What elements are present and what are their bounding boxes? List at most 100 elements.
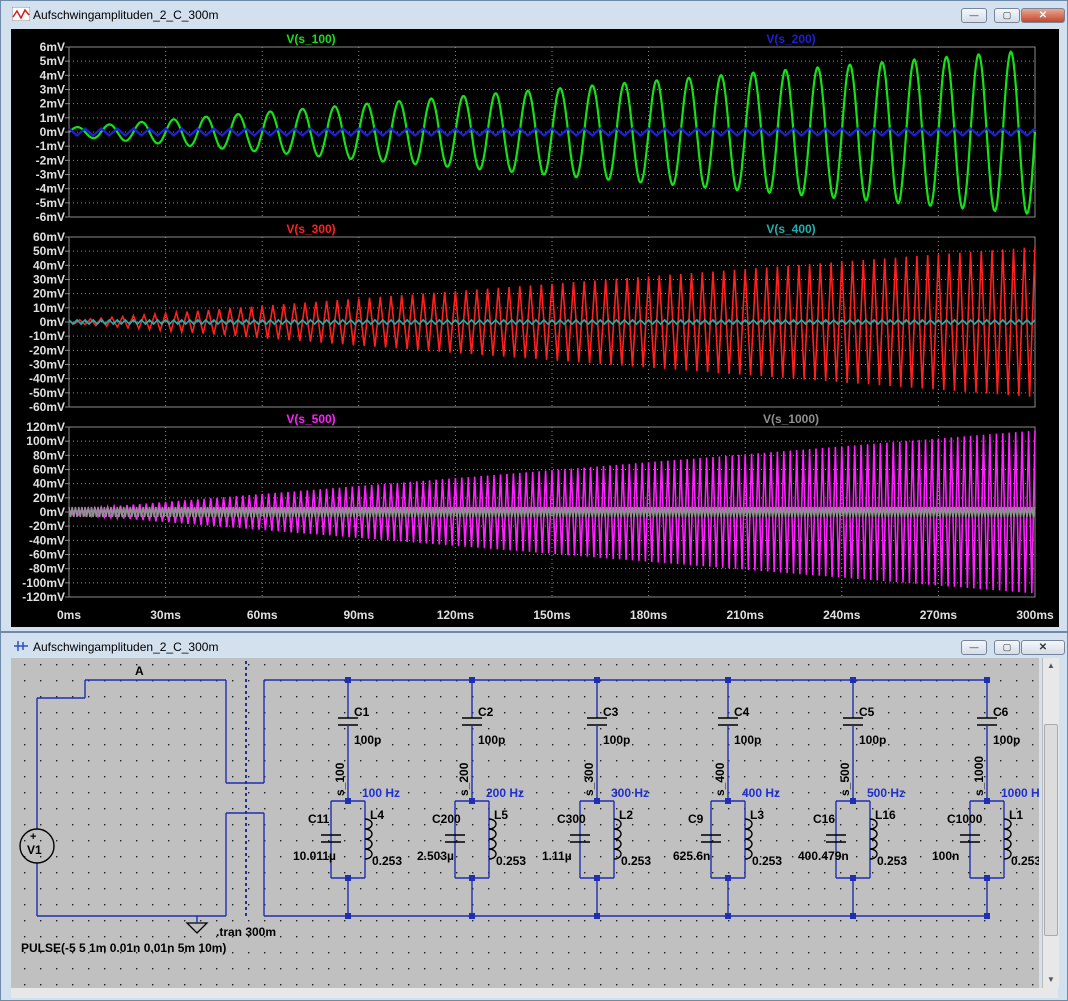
branch-3-inductor-name: L2 (619, 808, 633, 822)
y-tick-label: -60mV (29, 400, 65, 414)
waveform-window-title: Aufschwingamplituden_2_C_300m (33, 8, 219, 22)
scroll-thumb[interactable] (1044, 724, 1058, 936)
y-tick-label: 80mV (33, 448, 65, 462)
branch-4-rail-junction (725, 913, 731, 919)
branch-1-cap-bot-name: C11 (308, 812, 330, 826)
branch-6-freq-label: 1000 Hz (1001, 786, 1039, 800)
schematic-app-icon (14, 641, 28, 651)
y-tick-label: 2mV (40, 97, 65, 111)
schematic-drawing[interactable]: A +V1 PULSE(-5 5 1m 0.01n 0.01n 5m 10m) .tr… (11, 658, 1046, 988)
tran-directive: .tran 300m (216, 925, 276, 939)
schematic-window-title: Aufschwingamplituden_2_C_300m (33, 640, 219, 654)
trace-label-vs_300: V(s_300) (286, 222, 335, 236)
schematic-window: Aufschwingamplituden_2_C_300m — ▢ ✕ A + V1… (0, 632, 1068, 1001)
y-tick-label: 0mV (40, 315, 65, 329)
y-tick-label: 0mV (40, 125, 65, 139)
schematic-close-button[interactable]: ✕ (1021, 640, 1065, 655)
branch-3-cap-top-value: 100p (603, 733, 630, 747)
y-tick-label: -10mV (29, 329, 65, 343)
y-tick-label: -60mV (29, 548, 65, 562)
branch-6-cap-top-value: 100p (993, 733, 1020, 747)
y-tick-label: -4mV (36, 182, 65, 196)
v1-label: V1 (27, 843, 42, 857)
x-tick-label: 180ms (630, 608, 668, 622)
schematic-titlebar[interactable]: Aufschwingamplituden_2_C_300m — ▢ ✕ (1, 633, 1067, 659)
schematic-bottom-bar (11, 988, 1058, 998)
branch-6-cap-bot-value: 100n (932, 849, 959, 863)
y-tick-label: -30mV (29, 358, 65, 372)
branch-4-cap-top-value: 100p (734, 733, 761, 747)
x-tick-label: 210ms (727, 608, 765, 622)
branch-4-inductor-value: 0.253 (752, 854, 782, 868)
y-tick-label: -1mV (36, 139, 65, 153)
schematic-canvas[interactable]: A + V1 PULSE(-5 5 1m 0.01n 0.01n 5m 10m) .tr… (11, 658, 1046, 988)
branch-6-net-label: s_1000 (972, 756, 986, 796)
trace-label-vs_400: V(s_400) (766, 222, 815, 236)
waveform-plot[interactable]: 6mV5mV4mV3mV2mV1mV0mV-1mV-2mV-3mV-4mV-5m… (11, 29, 1059, 627)
branch-6-inductor-value: 0.253 (1011, 854, 1039, 868)
branch-4-inductor-name: L3 (750, 808, 764, 822)
branch-3-cap-top-name: C3 (603, 705, 619, 719)
branch-5-inductor-name: L16 (875, 808, 896, 822)
branch-3-cap-bot-value: 1.11µ (542, 849, 572, 863)
branch-1-cap-bot-value: 10.011µ (293, 849, 336, 863)
x-tick-label: 300ms (1016, 608, 1054, 622)
maximize-button[interactable]: ▢ (994, 8, 1020, 23)
y-tick-label: 3mV (40, 83, 65, 97)
branch-4-freq-label: 400 Hz (742, 786, 780, 800)
schematic-scrollbar[interactable]: ▲ ▼ (1042, 658, 1059, 988)
y-tick-label: -40mV (29, 533, 65, 547)
x-tick-label: 30ms (150, 608, 181, 622)
branch-1-cap-top-value: 100p (354, 733, 381, 747)
scroll-up-arrow[interactable]: ▲ (1043, 658, 1059, 674)
y-tick-label: 100mV (26, 434, 65, 448)
v1-pulse-value: PULSE(-5 5 1m 0.01n 0.01n 5m 10m) (21, 941, 226, 955)
y-tick-label: 4mV (40, 68, 65, 82)
close-button[interactable]: ✕ (1021, 8, 1065, 23)
branch-2-net-label: s_200 (457, 762, 471, 796)
plot-area[interactable]: 6mV 5mV 4mV 3mV 2mV 1mV 0mV -1mV -2mV -3mV -4mV -5m… (11, 29, 1059, 627)
branch-4-cap-top-name: C4 (734, 705, 750, 719)
trace-label-vs_100: V(s_100) (286, 32, 335, 46)
branch-2-cap-bot-name: C200 (432, 812, 461, 826)
branch-2-cap-top-name: C2 (478, 705, 494, 719)
branch-5-net-label: s_500 (838, 762, 852, 796)
y-tick-label: -20mV (29, 343, 65, 357)
branch-3-freq-label: 300 Hz (611, 786, 649, 800)
y-tick-label: 30mV (33, 273, 65, 287)
y-tick-label: 40mV (33, 477, 65, 491)
y-tick-label: 60mV (33, 230, 65, 244)
branch-4-net-label: s_400 (713, 762, 727, 796)
y-tick-label: 1mV (40, 111, 65, 125)
branch-5-cap-top-value: 100p (859, 733, 886, 747)
y-tick-label: 6mV (40, 40, 65, 54)
y-tick-label: 20mV (33, 287, 65, 301)
branch-2-rail-junction (469, 913, 475, 919)
x-tick-label: 240ms (823, 608, 861, 622)
waveform-app-icon (12, 7, 30, 21)
branch-6-cap-bot-name: C1000 (947, 812, 983, 826)
branch-1-inductor-name: L4 (370, 808, 384, 822)
y-tick-label: 10mV (33, 301, 65, 315)
branch-2-cap-top-value: 100p (478, 733, 505, 747)
branch-1-cap-top-name: C1 (354, 705, 370, 719)
schematic-maximize-button[interactable]: ▢ (994, 640, 1020, 655)
branch-4-cap-bot-value: 625.6n (673, 849, 710, 863)
y-tick-label: 5mV (40, 54, 65, 68)
waveform-titlebar[interactable]: Aufschwingamplituden_2_C_300m — ▢ ✕ (1, 1, 1067, 27)
y-tick-label: -20mV (29, 519, 65, 533)
branch-3-cap-bot-name: C300 (557, 812, 586, 826)
minimize-button[interactable]: — (961, 8, 987, 23)
branch-5-cap-bot-value: 400.479n (798, 849, 849, 863)
x-tick-label: 150ms (533, 608, 571, 622)
branch-2-inductor-name: L5 (494, 808, 508, 822)
branch-5-rail-junction (850, 913, 856, 919)
trace-label-vs_1000: V(s_1000) (763, 412, 819, 426)
branch-2-cap-bot-value: 2.503µ (417, 849, 454, 863)
branch-3-net-label: s_300 (582, 762, 596, 796)
branch-2-inductor-value: 0.253 (496, 854, 526, 868)
schematic-minimize-button[interactable]: — (961, 640, 987, 655)
scroll-down-arrow[interactable]: ▼ (1043, 972, 1059, 988)
branch-6-inductor-name: L1 (1009, 808, 1023, 822)
branch-1-freq-label: 100 Hz (362, 786, 400, 800)
